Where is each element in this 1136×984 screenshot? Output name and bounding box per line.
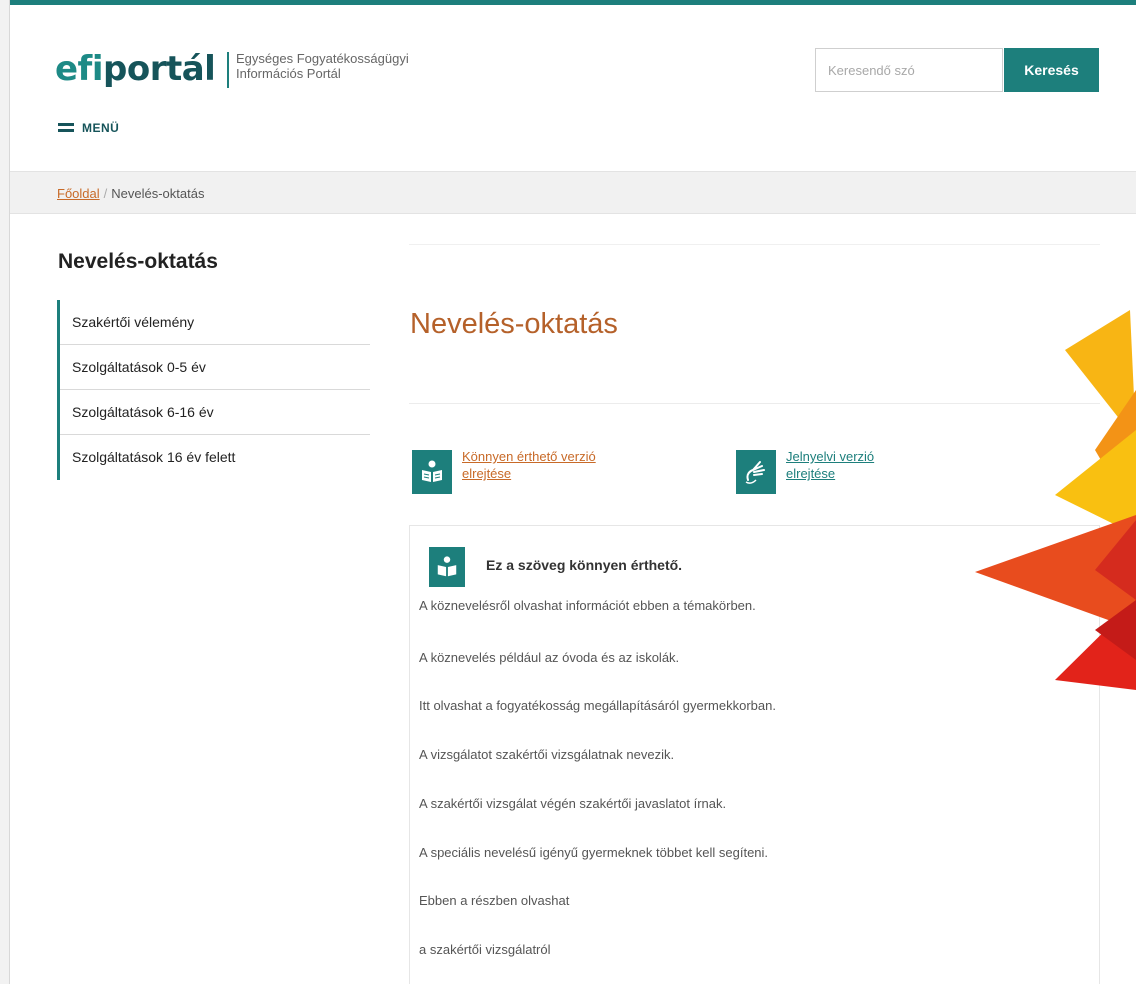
breadcrumb-separator: / (103, 186, 108, 201)
paragraph: A speciális nevelésű igényű gyermeknek t… (419, 845, 769, 860)
sidebar-item-szolgaltatasok-16-felett[interactable]: Szolgáltatások 16 év felett (60, 435, 370, 480)
paragraph: Ebben a részben olvashat (419, 893, 570, 908)
menu-label: MENÜ (82, 121, 120, 135)
hamburger-icon (58, 123, 74, 133)
logo-divider (227, 52, 229, 88)
search-button[interactable]: Keresés (1004, 48, 1099, 92)
sign-language-toggle-link[interactable]: Jelnyelvi verzió elrejtése (736, 448, 976, 494)
decorative-star-graphic (965, 300, 1136, 700)
site-logo[interactable]: efiportál (55, 49, 216, 89)
easy-read-link-text: Könnyen érthető verzió elrejtése (462, 448, 652, 482)
sign-hand-icon (736, 450, 776, 494)
sidebar-item-szolgaltatasok-6-16[interactable]: Szolgáltatások 6-16 év (60, 390, 370, 435)
book-reader-icon (429, 547, 465, 587)
sidebar-item-szolgaltatasok-0-5[interactable]: Szolgáltatások 0-5 év (60, 345, 370, 390)
breadcrumb-current: Nevelés-oktatás (111, 186, 205, 201)
search-input[interactable] (815, 48, 1003, 92)
menu-button[interactable]: MENÜ (58, 121, 119, 135)
paragraph: A köznevelés például az óvoda és az isko… (419, 650, 680, 665)
easy-read-toggle-link[interactable]: Könnyen érthető verzió elrejtése (412, 448, 652, 494)
logo-subtitle: Egységes Fogyatékosságügyi Információs P… (236, 51, 496, 81)
breadcrumb: Főoldal / Nevelés-oktatás (57, 186, 204, 201)
logo-subtitle-line1: Egységes Fogyatékosságügyi (236, 51, 409, 66)
breadcrumb-home-link[interactable]: Főoldal (57, 186, 100, 201)
sidebar-title: Nevelés-oktatás (58, 250, 218, 273)
easy-read-heading: Ez a szöveg könnyen érthető. (486, 557, 683, 573)
sign-language-link-line2: elrejtése (786, 466, 836, 481)
sidebar-item-szakertoi-velemeny[interactable]: Szakértői vélemény (60, 300, 370, 345)
site-header: efiportál Egységes Fogyatékosságügyi Inf… (10, 5, 1136, 170)
paragraph: A vizsgálatot szakértői vizsgálatnak nev… (419, 747, 675, 762)
easy-read-link-line2: elrejtése (462, 466, 512, 481)
page-title: Nevelés-oktatás (410, 308, 618, 340)
paragraph: Itt olvashat a fogyatékosság megállapítá… (419, 698, 776, 713)
book-reader-icon (412, 450, 452, 494)
paragraph: a szakértői vizsgálatról (419, 942, 551, 957)
logo-efi: efi (55, 49, 104, 89)
sign-language-link-text: Jelnyelvi verzió elrejtése (786, 448, 976, 482)
logo-subtitle-line2: Információs Portál (236, 66, 341, 81)
paragraph: A szakértői vizsgálat végén szakértői ja… (419, 796, 727, 811)
sidebar-nav: Szakértői vélemény Szolgáltatások 0-5 év… (57, 300, 370, 480)
window-left-edge (0, 0, 10, 984)
sign-language-link-line1: Jelnyelvi verzió (786, 449, 875, 464)
easy-read-link-line1: Könnyen érthető verzió (462, 449, 596, 464)
breadcrumb-bar: Főoldal / Nevelés-oktatás (10, 171, 1136, 214)
paragraph: A köznevelésről olvashat információt ebb… (419, 598, 756, 613)
logo-portal: portál (103, 49, 216, 89)
